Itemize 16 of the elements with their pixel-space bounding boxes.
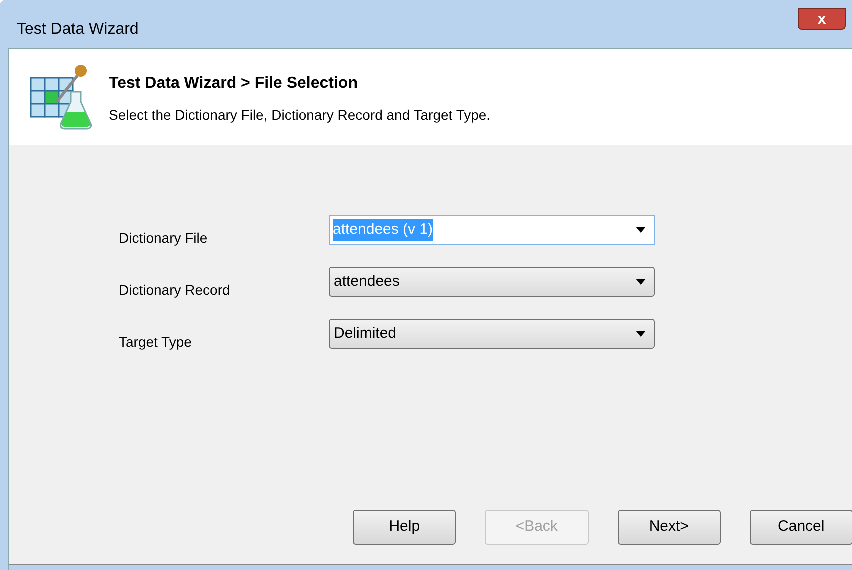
page-description: Select the Dictionary File, Dictionary Record and Target Type. bbox=[109, 106, 491, 125]
field-label: Target Type bbox=[119, 333, 193, 352]
dialog-button[interactable]: Next> bbox=[618, 510, 721, 545]
dropdown[interactable]: Delimited bbox=[329, 319, 655, 349]
dropdown-arrow-icon bbox=[636, 331, 646, 337]
dropdown-arrow-icon bbox=[636, 227, 646, 233]
window-title: Test Data Wizard bbox=[17, 20, 139, 40]
field-label: Dictionary File bbox=[119, 229, 209, 248]
dialog-button[interactable]: Cancel bbox=[750, 510, 852, 545]
field-label: Dictionary Record bbox=[119, 281, 232, 300]
dropdown-arrow-icon bbox=[636, 279, 646, 285]
dropdown[interactable]: attendees bbox=[329, 267, 655, 297]
dialog-button[interactable]: Help bbox=[353, 510, 456, 545]
combo-value: attendees (v 1) bbox=[333, 218, 434, 242]
close-button[interactable]: x bbox=[798, 8, 846, 30]
page-heading: Test Data Wizard > File Selection bbox=[109, 74, 359, 94]
